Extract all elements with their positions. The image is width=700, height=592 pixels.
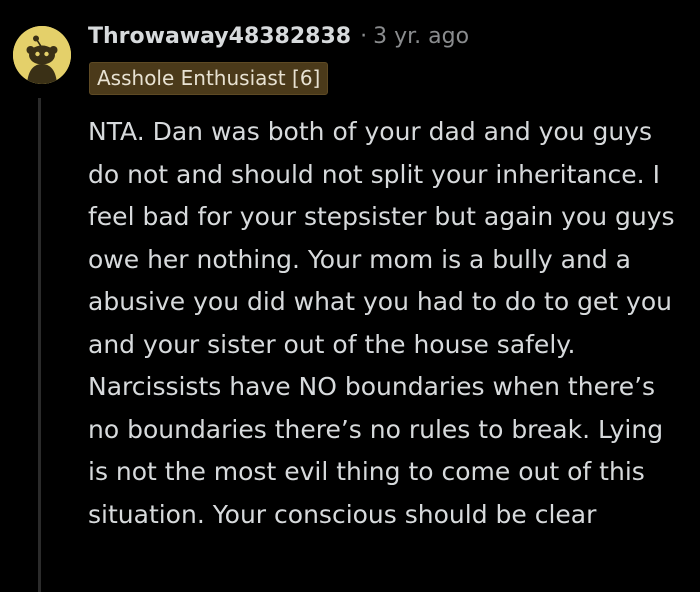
thread-line[interactable] <box>38 98 41 592</box>
username[interactable]: Throwaway48382838 <box>88 24 351 49</box>
user-flair: Asshole Enthusiast [6] <box>89 62 329 95</box>
snoo-avatar-icon <box>13 26 71 84</box>
comment-body: NTA. Dan was both of your dad and you gu… <box>88 117 675 529</box>
separator-dot: · <box>360 23 368 49</box>
timestamp[interactable]: 3 yr. ago <box>373 24 469 49</box>
comment-meta: Throwaway48382838 · 3 yr. ago <box>88 22 469 50</box>
comment: Throwaway48382838 · 3 yr. ago Asshole En… <box>0 0 700 592</box>
user-avatar[interactable] <box>13 26 71 84</box>
